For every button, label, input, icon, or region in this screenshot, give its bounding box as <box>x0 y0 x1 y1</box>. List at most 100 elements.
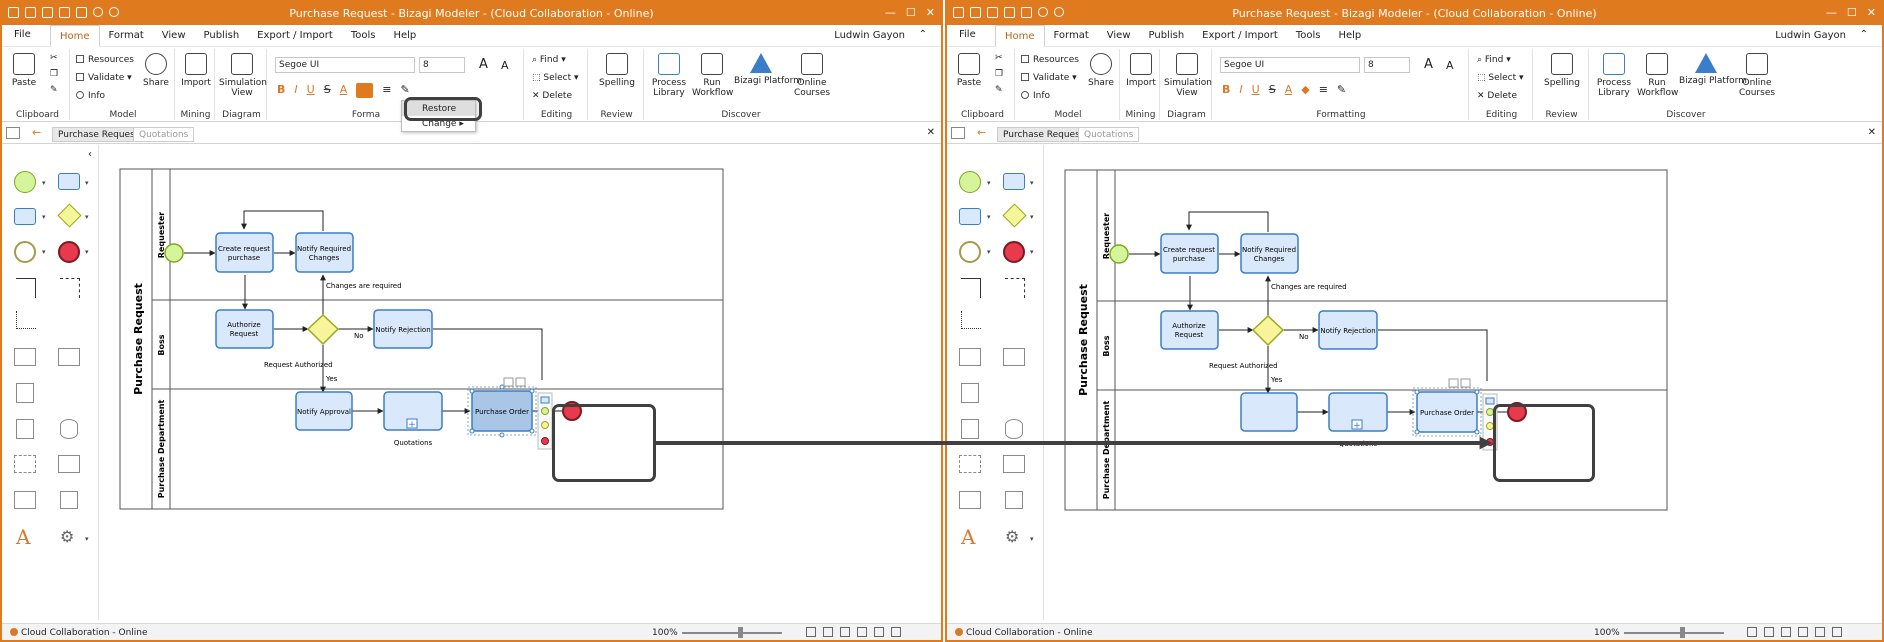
task-icon[interactable] <box>58 173 80 190</box>
run-workflow-button[interactable]: Run Workflow <box>692 53 733 98</box>
image-icon[interactable] <box>14 491 36 509</box>
zoom-in-icon[interactable] <box>840 627 850 637</box>
tab-purchase-request[interactable]: Purchase Request <box>997 127 1090 142</box>
font-size-select[interactable]: 8 <box>1364 57 1410 73</box>
document-icon[interactable] <box>16 419 34 439</box>
format-painter-icon[interactable]: ✎ <box>50 85 58 95</box>
online-courses-button[interactable]: Online Courses <box>790 53 834 98</box>
diagram-canvas[interactable]: Purchase Request Requester Boss Purchase… <box>100 145 941 620</box>
diagram-canvas[interactable]: Purchase Request Requester Boss Purchase… <box>1045 145 1882 620</box>
sequence-flow-icon[interactable] <box>961 278 981 298</box>
diagram-map-icon[interactable] <box>951 127 965 139</box>
task-authorize[interactable]: Authorize Request <box>215 309 274 349</box>
font-name-select[interactable]: Segoe UI <box>1220 57 1360 73</box>
back-arrow-icon[interactable]: ← <box>977 126 986 139</box>
maximize-icon[interactable]: ☐ <box>1847 6 1857 19</box>
process-library-button[interactable]: Process Library <box>1593 53 1635 98</box>
grow-font-icon[interactable]: A <box>1424 57 1433 72</box>
bold-icon[interactable]: B <box>1222 83 1230 96</box>
tab-view[interactable]: View <box>153 25 195 47</box>
diagram-map-icon[interactable] <box>6 127 20 139</box>
strikethrough-icon[interactable]: S <box>1269 83 1276 96</box>
font-size-select[interactable]: 8 <box>419 57 465 73</box>
tab-help[interactable]: Help <box>1329 25 1370 47</box>
cut-icon[interactable]: ✂ <box>50 53 58 63</box>
text-annotation-icon[interactable] <box>1003 455 1025 473</box>
online-courses-button[interactable]: Online Courses <box>1735 53 1779 98</box>
run-workflow-button[interactable]: Run Workflow <box>1637 53 1678 98</box>
select-button[interactable]: ⬚ Select ▾ <box>532 73 579 83</box>
zoom-slider-knob[interactable] <box>738 627 743 638</box>
task-notify-rejection[interactable]: Notify Rejection <box>1318 310 1378 350</box>
fill-color-icon[interactable]: ◆ <box>1301 83 1309 96</box>
select-button[interactable]: ⬚ Select ▾ <box>1477 73 1524 83</box>
share-button[interactable]: Share <box>140 53 172 88</box>
task-icon[interactable] <box>1003 173 1025 190</box>
align-icon[interactable]: ≡ <box>382 83 391 98</box>
data-object-icon[interactable] <box>961 383 979 403</box>
start-event-icon[interactable] <box>959 171 981 193</box>
share-button[interactable]: Share <box>1085 53 1117 88</box>
align-icon[interactable]: ≡ <box>1319 83 1328 96</box>
message-flow-icon[interactable] <box>1005 278 1025 298</box>
minimize-icon[interactable]: — <box>1826 6 1837 19</box>
task-notify-approval[interactable]: Notify Approval <box>295 391 353 431</box>
close-icon[interactable]: ✕ <box>1867 6 1876 19</box>
minimize-icon[interactable]: — <box>885 6 896 19</box>
tab-close-icon[interactable]: ✕ <box>927 127 935 138</box>
import-button[interactable]: Import <box>179 53 213 88</box>
lane-icon[interactable] <box>1003 348 1025 366</box>
line-color-icon[interactable]: ✎ <box>1337 83 1346 96</box>
tab-close-icon[interactable]: ✕ <box>1868 127 1876 138</box>
process-library-button[interactable]: Process Library <box>648 53 690 98</box>
user-name[interactable]: Ludwin Gayon <box>1775 30 1846 41</box>
maximize-icon[interactable]: ☐ <box>906 6 916 19</box>
validate-button[interactable]: Validate ▾ <box>1021 73 1077 83</box>
fit-page-icon[interactable] <box>1747 627 1757 637</box>
intermediate-event-icon[interactable] <box>14 241 36 263</box>
simulation-view-button[interactable]: Simulation View <box>1164 53 1212 98</box>
strikethrough-icon[interactable]: S <box>324 83 331 98</box>
shrink-font-icon[interactable]: A <box>1446 59 1454 72</box>
sequence-flow-icon[interactable] <box>16 278 36 298</box>
pool-icon[interactable] <box>959 348 981 366</box>
custom-shapes-icon[interactable]: ⚙ <box>60 527 74 546</box>
text-tool-icon[interactable]: A <box>961 525 975 549</box>
start-event-icon[interactable] <box>14 171 36 193</box>
user-name[interactable]: Ludwin Gayon <box>834 30 905 41</box>
fit-page-icon[interactable] <box>806 627 816 637</box>
tab-home[interactable]: Home <box>50 25 100 47</box>
start-event[interactable] <box>164 243 184 263</box>
close-icon[interactable]: ✕ <box>926 6 935 19</box>
zoom-out-icon[interactable] <box>1798 627 1808 637</box>
document-icon[interactable] <box>961 419 979 439</box>
subprocess-icon[interactable] <box>959 208 981 225</box>
message-flow-icon[interactable] <box>60 278 80 298</box>
bizagi-platform-button[interactable]: Bizagi Platform <box>1679 53 1747 86</box>
info-button[interactable]: Info <box>1021 91 1050 101</box>
header-icon[interactable] <box>1005 491 1023 509</box>
gateway-icon[interactable] <box>57 203 82 228</box>
tab-format[interactable]: Format <box>100 25 153 47</box>
file-menu[interactable]: File <box>947 25 988 47</box>
zoom-out-icon[interactable] <box>857 627 867 637</box>
task-notify-rejection[interactable]: Notify Rejection <box>373 309 433 349</box>
underline-icon[interactable]: U <box>1252 83 1260 96</box>
task-create-request[interactable]: Create request purchase <box>1160 233 1219 274</box>
grid-icon[interactable] <box>1764 627 1774 637</box>
lane-icon[interactable] <box>58 348 80 366</box>
find-button[interactable]: ⌕ Find ▾ <box>532 55 566 65</box>
data-store-icon[interactable] <box>1005 419 1023 439</box>
find-button[interactable]: ⌕ Find ▾ <box>1477 55 1511 65</box>
spelling-button[interactable]: Spelling <box>596 53 638 88</box>
tab-purchase-request[interactable]: Purchase Request <box>52 127 145 142</box>
task-notify-changes[interactable]: Notify Required Changes <box>1240 233 1299 274</box>
file-menu[interactable]: File <box>2 25 43 47</box>
italic-icon[interactable]: I <box>294 83 297 98</box>
group-shape-icon[interactable] <box>959 455 981 473</box>
validate-button[interactable]: Validate ▾ <box>76 73 132 83</box>
custom-shapes-icon[interactable]: ⚙ <box>1005 527 1019 546</box>
zoom-slider[interactable] <box>682 632 782 634</box>
copy-icon[interactable]: ❐ <box>50 69 58 79</box>
zoom-slider-knob[interactable] <box>1680 627 1685 638</box>
